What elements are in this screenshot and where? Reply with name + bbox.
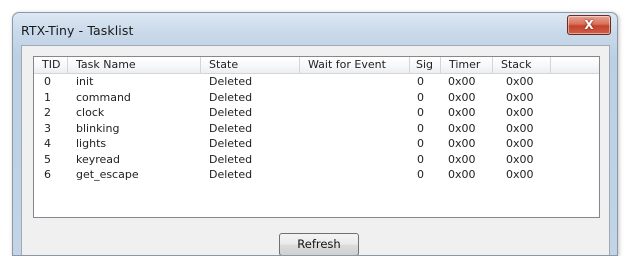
cell-state: Deleted bbox=[209, 137, 253, 150]
cell-sig: 0 bbox=[417, 152, 424, 166]
table-row[interactable]: 3 blinking Deleted 0 0x00 0x00 bbox=[34, 121, 599, 137]
close-button[interactable]: X bbox=[567, 15, 611, 35]
cell-sig: 0 bbox=[417, 168, 424, 181]
window-title: RTX-Tiny - Tasklist bbox=[21, 23, 134, 38]
cell-stack: 0x00 bbox=[506, 75, 534, 88]
cell-stack: 0x00 bbox=[506, 152, 534, 166]
column-header-task-name[interactable]: Task Name bbox=[68, 57, 201, 73]
cell-sig: 0 bbox=[417, 121, 424, 135]
cell-state: Deleted bbox=[209, 168, 253, 181]
refresh-button[interactable]: Refresh bbox=[279, 233, 359, 255]
close-icon: X bbox=[584, 18, 594, 32]
title-bar[interactable]: RTX-Tiny - Tasklist X bbox=[13, 13, 617, 45]
cell-sig: 0 bbox=[417, 75, 424, 88]
table-row[interactable]: 2 clock Deleted 0 0x00 0x00 bbox=[34, 105, 599, 121]
cell-task-name: clock bbox=[76, 106, 105, 119]
column-header-tid[interactable]: TID bbox=[34, 57, 68, 73]
cell-timer: 0x00 bbox=[448, 75, 476, 88]
cell-state: Deleted bbox=[209, 106, 253, 119]
table-row[interactable]: 5 keyread Deleted 0 0x00 0x00 bbox=[34, 152, 599, 168]
cell-tid: 4 bbox=[44, 137, 51, 150]
cell-state: Deleted bbox=[209, 75, 253, 88]
cell-timer: 0x00 bbox=[448, 137, 476, 150]
cell-timer: 0x00 bbox=[448, 90, 476, 104]
table-row[interactable]: 0 init Deleted 0 0x00 0x00 bbox=[34, 74, 599, 90]
cell-state: Deleted bbox=[209, 90, 253, 104]
column-header-filler bbox=[551, 57, 599, 73]
cell-tid: 0 bbox=[44, 75, 51, 88]
cell-state: Deleted bbox=[209, 152, 253, 166]
column-header-state[interactable]: State bbox=[201, 57, 300, 73]
cell-tid: 5 bbox=[44, 152, 51, 166]
table-row[interactable]: 6 get_escape Deleted 0 0x00 0x00 bbox=[34, 167, 599, 183]
table-row[interactable]: 4 lights Deleted 0 0x00 0x00 bbox=[34, 136, 599, 152]
cell-stack: 0x00 bbox=[506, 90, 534, 104]
list-header: TID Task Name State Wait for Event Sig T… bbox=[34, 57, 599, 74]
column-header-wait-for-event[interactable]: Wait for Event bbox=[300, 57, 410, 73]
dialog-body: TID Task Name State Wait for Event Sig T… bbox=[21, 45, 610, 255]
cell-task-name: init bbox=[76, 75, 94, 88]
cell-timer: 0x00 bbox=[448, 121, 476, 135]
column-header-timer[interactable]: Timer bbox=[441, 57, 493, 73]
cell-stack: 0x00 bbox=[506, 137, 534, 150]
cell-sig: 0 bbox=[417, 90, 424, 104]
cell-stack: 0x00 bbox=[506, 106, 534, 119]
cell-tid: 2 bbox=[44, 106, 51, 119]
cell-timer: 0x00 bbox=[448, 152, 476, 166]
cell-tid: 1 bbox=[44, 90, 51, 104]
tasklist-window: RTX-Tiny - Tasklist X TID Task Name Stat… bbox=[12, 12, 618, 256]
cell-task-name: command bbox=[76, 90, 131, 104]
cell-sig: 0 bbox=[417, 137, 424, 150]
cell-state: Deleted bbox=[209, 121, 253, 135]
column-header-stack[interactable]: Stack bbox=[493, 57, 551, 73]
cell-task-name: keyread bbox=[76, 152, 121, 166]
cell-tid: 6 bbox=[44, 168, 51, 181]
cell-task-name: blinking bbox=[76, 121, 120, 135]
cell-timer: 0x00 bbox=[448, 168, 476, 181]
cell-task-name: get_escape bbox=[76, 168, 139, 181]
cell-stack: 0x00 bbox=[506, 121, 534, 135]
task-list[interactable]: TID Task Name State Wait for Event Sig T… bbox=[33, 56, 600, 218]
cell-sig: 0 bbox=[417, 106, 424, 119]
table-row[interactable]: 1 command Deleted 0 0x00 0x00 bbox=[34, 90, 599, 106]
cell-timer: 0x00 bbox=[448, 106, 476, 119]
cell-stack: 0x00 bbox=[506, 168, 534, 181]
column-header-sig[interactable]: Sig bbox=[410, 57, 441, 73]
task-rows: 0 init Deleted 0 0x00 0x00 1 command Del… bbox=[34, 74, 599, 183]
cell-tid: 3 bbox=[44, 121, 51, 135]
cell-task-name: lights bbox=[76, 137, 107, 150]
